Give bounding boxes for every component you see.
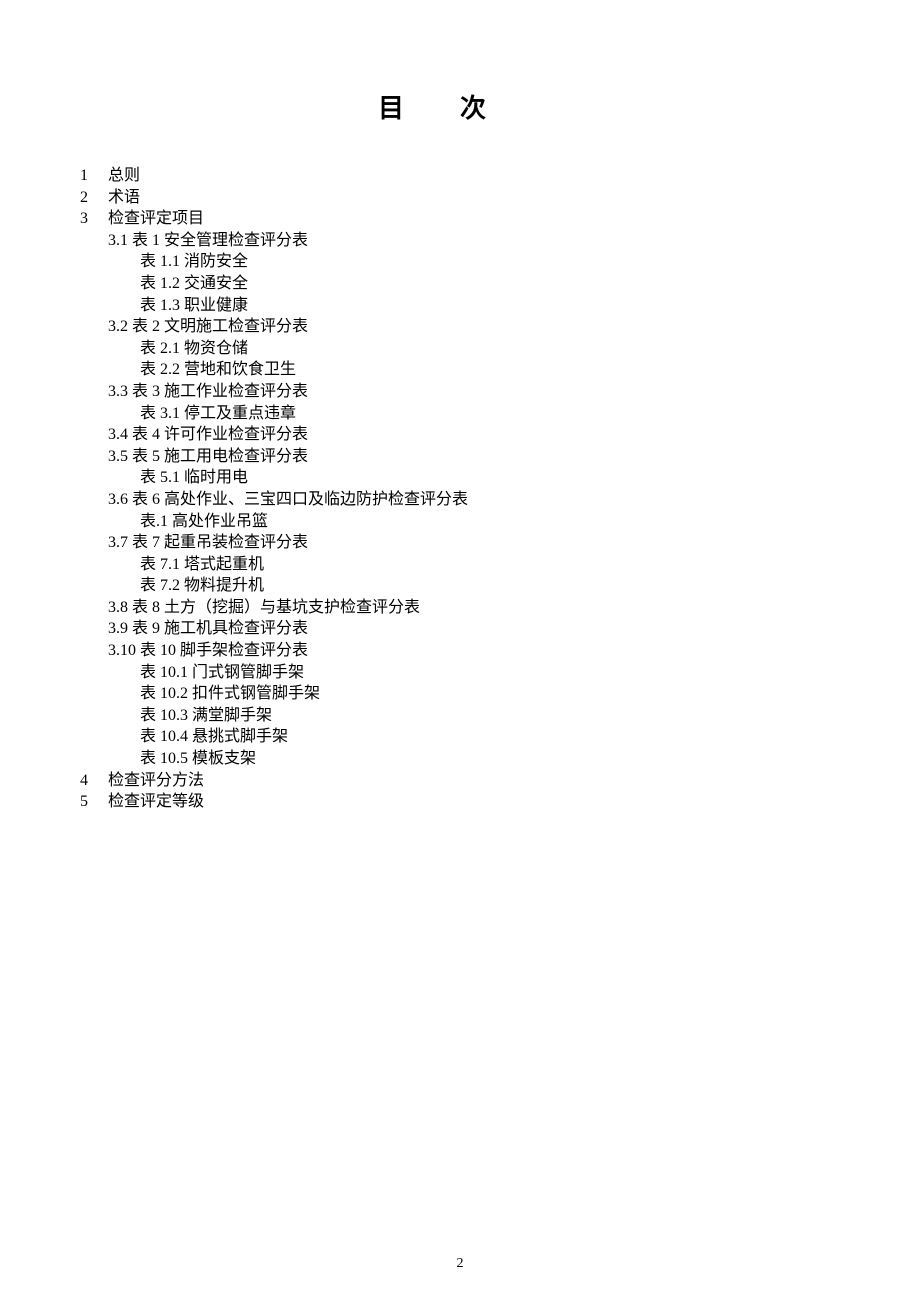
toc-entry-l3: 表 10.4 悬挑式脚手架 (140, 726, 920, 748)
toc-num: 1 (80, 165, 108, 187)
toc-entry-l3: 表 2.1 物资仓储 (140, 338, 920, 360)
toc-entry-l3: 表 2.2 营地和饮食卫生 (140, 359, 920, 381)
toc-label: 总则 (108, 165, 140, 187)
toc-entry-l1: 3 检查评定项目 (80, 208, 920, 230)
toc-entry-l2: 3.6 表 6 高处作业、三宝四口及临边防护检查评分表 (108, 489, 920, 511)
toc-num: 4 (80, 770, 108, 792)
toc-entry-l3: 表 1.2 交通安全 (140, 273, 920, 295)
toc-entry-l3: 表 5.1 临时用电 (140, 467, 920, 489)
toc-entry-l1: 2 术语 (80, 187, 920, 209)
toc-entry-l3: 表 1.1 消防安全 (140, 251, 920, 273)
toc-entry-l2: 3.4 表 4 许可作业检查评分表 (108, 424, 920, 446)
toc-entry-l3: 表 10.5 模板支架 (140, 748, 920, 770)
toc-entry-l3: 表.1 高处作业吊篮 (140, 511, 920, 533)
toc-label: 检查评分方法 (108, 770, 204, 792)
toc-entry-l3: 表 1.3 职业健康 (140, 295, 920, 317)
toc-entry-l3: 表 7.2 物料提升机 (140, 575, 920, 597)
toc-entry-l3: 表 10.3 满堂脚手架 (140, 705, 920, 727)
toc-num: 3 (80, 208, 108, 230)
toc-entry-l3: 表 10.1 门式钢管脚手架 (140, 662, 920, 684)
toc-num: 2 (80, 187, 108, 209)
table-of-contents: 1 总则 2 术语 3 检查评定项目 3.1 表 1 安全管理检查评分表 表 1… (80, 165, 920, 813)
toc-entry-l2: 3.2 表 2 文明施工检查评分表 (108, 316, 920, 338)
toc-num: 5 (80, 791, 108, 813)
page-number: 2 (0, 1256, 920, 1272)
toc-entry-l2: 3.7 表 7 起重吊装检查评分表 (108, 532, 920, 554)
toc-entry-l2: 3.9 表 9 施工机具检查评分表 (108, 618, 920, 640)
toc-label: 检查评定项目 (108, 208, 204, 230)
toc-entry-l1: 1 总则 (80, 165, 920, 187)
toc-entry-l2: 3.8 表 8 土方（挖掘）与基坑支护检查评分表 (108, 597, 920, 619)
toc-entry-l1: 5 检查评定等级 (80, 791, 920, 813)
toc-entry-l2: 3.5 表 5 施工用电检查评分表 (108, 446, 920, 468)
toc-entry-l2: 3.10 表 10 脚手架检查评分表 (108, 640, 920, 662)
toc-entry-l3: 表 7.1 塔式起重机 (140, 554, 920, 576)
toc-entry-l1: 4 检查评分方法 (80, 770, 920, 792)
toc-entry-l3: 表 10.2 扣件式钢管脚手架 (140, 683, 920, 705)
toc-label: 术语 (108, 187, 140, 209)
toc-label: 检查评定等级 (108, 791, 204, 813)
toc-entry-l3: 表 3.1 停工及重点违章 (140, 403, 920, 425)
page-title: 目次 (0, 0, 920, 125)
toc-entry-l2: 3.1 表 1 安全管理检查评分表 (108, 230, 920, 252)
toc-entry-l2: 3.3 表 3 施工作业检查评分表 (108, 381, 920, 403)
